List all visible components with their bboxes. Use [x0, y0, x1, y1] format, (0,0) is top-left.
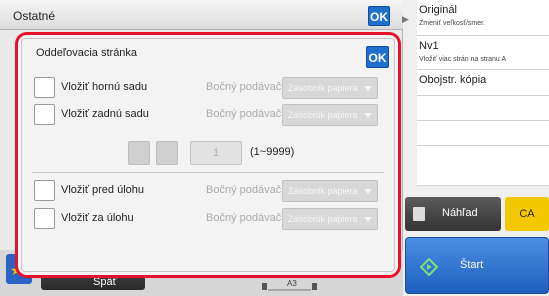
increment-button[interactable]: [156, 141, 178, 165]
panel-handle-icon[interactable]: ▶: [402, 14, 409, 25]
row-insert-front-set: Vložiť hornú sadu Bočný podávač Zásobník…: [34, 77, 384, 99]
count-stepper: 1 (1~9999): [128, 141, 368, 165]
clear-all-button[interactable]: CA: [505, 197, 549, 231]
side-item-n-up[interactable]: Nv1 Vložiť viac strán na stranu A: [417, 36, 549, 70]
tray-select[interactable]: Zásobník papiera: [282, 77, 378, 99]
checkbox-insert-before-job[interactable]: [34, 180, 55, 201]
dialog-title: Oddeľovacia stránka: [36, 47, 138, 59]
chevron-down-icon: [364, 189, 372, 194]
tray-select-value: Zásobník papiera: [288, 110, 358, 120]
tray-label: Bočný podávač: [206, 108, 282, 120]
side-item-empty: [417, 121, 549, 146]
tray-select-value: Zásobník papiera: [288, 83, 358, 93]
side-item-subtitle: Zmeniť veľkosť/smer.: [419, 20, 486, 27]
start-button[interactable]: Štart: [405, 237, 549, 294]
decrement-button[interactable]: [128, 141, 150, 165]
tray-select[interactable]: Zásobník papiera: [282, 180, 378, 202]
start-icon: [420, 258, 438, 276]
side-item-title: Nv1: [419, 40, 439, 52]
ok-button[interactable]: OK: [368, 6, 390, 26]
page-title: Ostatné: [13, 9, 56, 23]
tray-select-value: Zásobník papiera: [288, 214, 358, 224]
tray-select-value: Zásobník papiera: [288, 186, 358, 196]
chevron-down-icon: [364, 113, 372, 118]
side-item-duplex[interactable]: Obojstr. kópia: [417, 70, 549, 96]
row-label: Vložiť hornú sadu: [61, 81, 148, 93]
row-insert-after-job: Vložiť za úlohu Bočný podávač Zásobník p…: [34, 208, 384, 230]
side-item-subtitle: Vložiť viac strán na stranu A: [419, 56, 507, 63]
count-field[interactable]: 1: [190, 141, 242, 165]
checkbox-insert-front-set[interactable]: [34, 77, 55, 98]
row-label: Vložiť zadnú sadu: [61, 108, 149, 120]
checkbox-insert-after-job[interactable]: [34, 208, 55, 229]
count-range: (1~9999): [250, 146, 295, 158]
tray-select[interactable]: Zásobník papiera: [282, 208, 378, 230]
dialog-body: Oddeľovacia stránka OK Vložiť hornú sadu…: [21, 38, 395, 272]
paper-size-label: A3: [287, 279, 297, 288]
divider: [32, 172, 384, 173]
side-item-original[interactable]: Originál Zmeniť veľkosť/smer.: [417, 0, 549, 36]
tray-select[interactable]: Zásobník papiera: [282, 104, 378, 126]
side-item-title: Obojstr. kópia: [419, 74, 487, 86]
side-item-title: Originál: [419, 4, 457, 16]
start-label: Štart: [460, 259, 484, 271]
checkbox-insert-back-set[interactable]: [34, 104, 55, 125]
side-item-empty: [417, 146, 549, 186]
row-label: Vložiť za úlohu: [61, 212, 134, 224]
tray-label: Bočný podávač: [206, 81, 282, 93]
side-item-empty: [417, 96, 549, 121]
tray-label: Bočný podávač: [206, 212, 282, 224]
separator-page-dialog: Oddeľovacia stránka OK Vložiť hornú sadu…: [15, 32, 401, 278]
preview-button[interactable]: Náhľad: [405, 197, 501, 231]
row-label: Vložiť pred úlohu: [61, 184, 145, 196]
tray-label: Bočný podávač: [206, 184, 282, 196]
preview-label: Náhľad: [442, 207, 478, 219]
preview-icon: [413, 207, 425, 221]
top-bar: Ostatné: [0, 0, 403, 30]
dialog-ok-button[interactable]: OK: [366, 46, 389, 68]
row-insert-back-set: Vložiť zadnú sadu Bočný podávač Zásobník…: [34, 104, 384, 126]
chevron-down-icon: [364, 217, 372, 222]
row-insert-before-job: Vložiť pred úlohu Bočný podávač Zásobník…: [34, 180, 384, 202]
chevron-down-icon: [364, 86, 372, 91]
